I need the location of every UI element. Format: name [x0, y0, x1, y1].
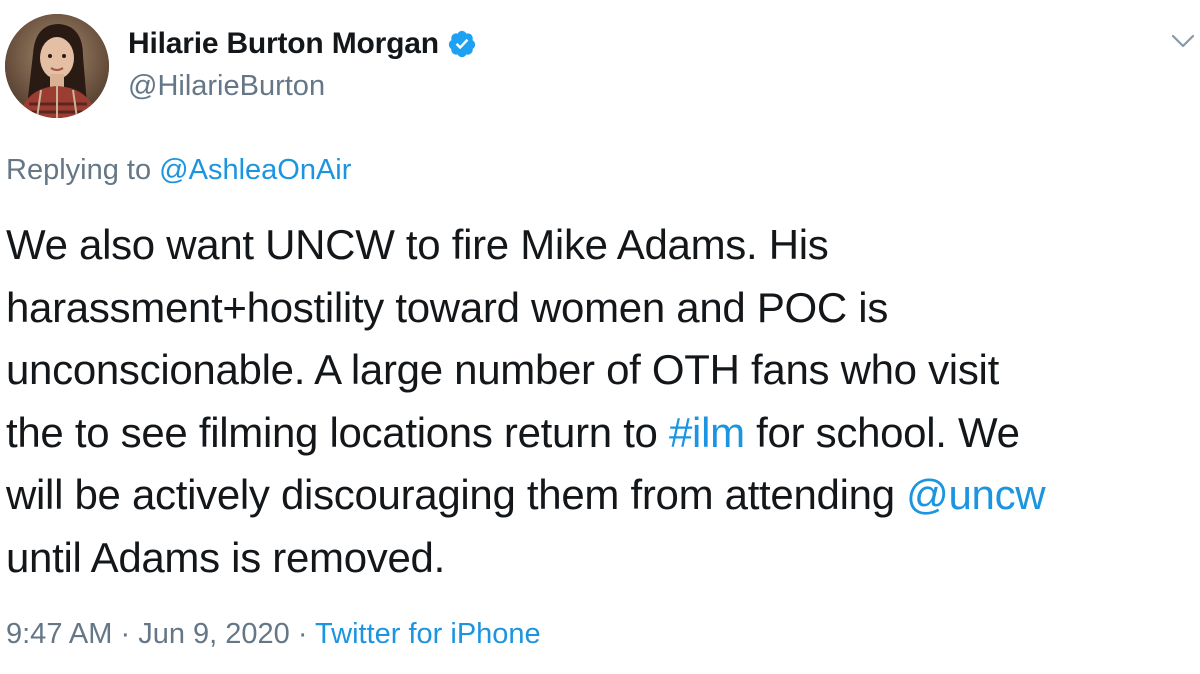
tweet-card: Hilarie Burton Morgan @HilarieBurton Rep…	[0, 0, 1200, 674]
verified-badge-icon	[447, 29, 477, 59]
meta-separator: ·	[289, 618, 316, 650]
tweet-source-link[interactable]: Twitter for iPhone	[315, 618, 541, 650]
tweet-line: the to see filming locations return to #…	[6, 402, 1196, 465]
tweet-line: We also want UNCW to fire Mike Adams. Hi…	[6, 214, 1196, 277]
tweet-line: will be actively discouraging them from …	[6, 464, 1196, 527]
replying-to: Replying to @AshleaOnAir	[6, 154, 351, 187]
author-name-row: Hilarie Burton Morgan	[128, 24, 477, 64]
mention-link[interactable]: @uncw	[906, 471, 1045, 518]
tweet-line: unconscionable. A large number of OTH fa…	[6, 339, 1196, 402]
tweet-text-segment: will be actively discouraging them from …	[6, 471, 907, 518]
tweet-text-segment: harassment+hostility toward women and PO…	[6, 283, 889, 331]
reply-mention-link[interactable]: @AshleaOnAir	[159, 154, 351, 186]
tweet-line: until Adams is removed.	[6, 527, 1196, 590]
hashtag-link[interactable]: #ilm	[669, 409, 745, 456]
tweet-menu-button[interactable]	[1168, 26, 1198, 56]
meta-separator: ·	[112, 618, 139, 650]
tweet-text-segment: for school. We	[744, 408, 1020, 456]
tweet-text-segment: We also want UNCW to fire Mike Adams. Hi…	[6, 221, 829, 268]
avatar[interactable]	[5, 14, 109, 118]
avatar-photo	[5, 14, 109, 118]
tweet-text: We also want UNCW to fire Mike Adams. Hi…	[6, 214, 1196, 589]
tweet-time[interactable]: 9:47 AM	[6, 618, 112, 650]
tweet-meta: 9:47 AM · Jun 9, 2020 · Twitter for iPho…	[6, 618, 541, 651]
replying-prefix: Replying to	[6, 154, 160, 186]
chevron-down-icon	[1171, 34, 1195, 48]
author-handle[interactable]: @HilarieBurton	[128, 70, 325, 103]
tweet-text-segment: until Adams is removed.	[6, 533, 445, 581]
author-name[interactable]: Hilarie Burton Morgan	[128, 27, 439, 61]
tweet-date[interactable]: Jun 9, 2020	[138, 618, 290, 650]
tweet-text-segment: unconscionable. A large number of OTH fa…	[6, 346, 999, 393]
tweet-text-segment: the to see filming locations return to	[6, 408, 669, 456]
tweet-line: harassment+hostility toward women and PO…	[6, 277, 1196, 340]
